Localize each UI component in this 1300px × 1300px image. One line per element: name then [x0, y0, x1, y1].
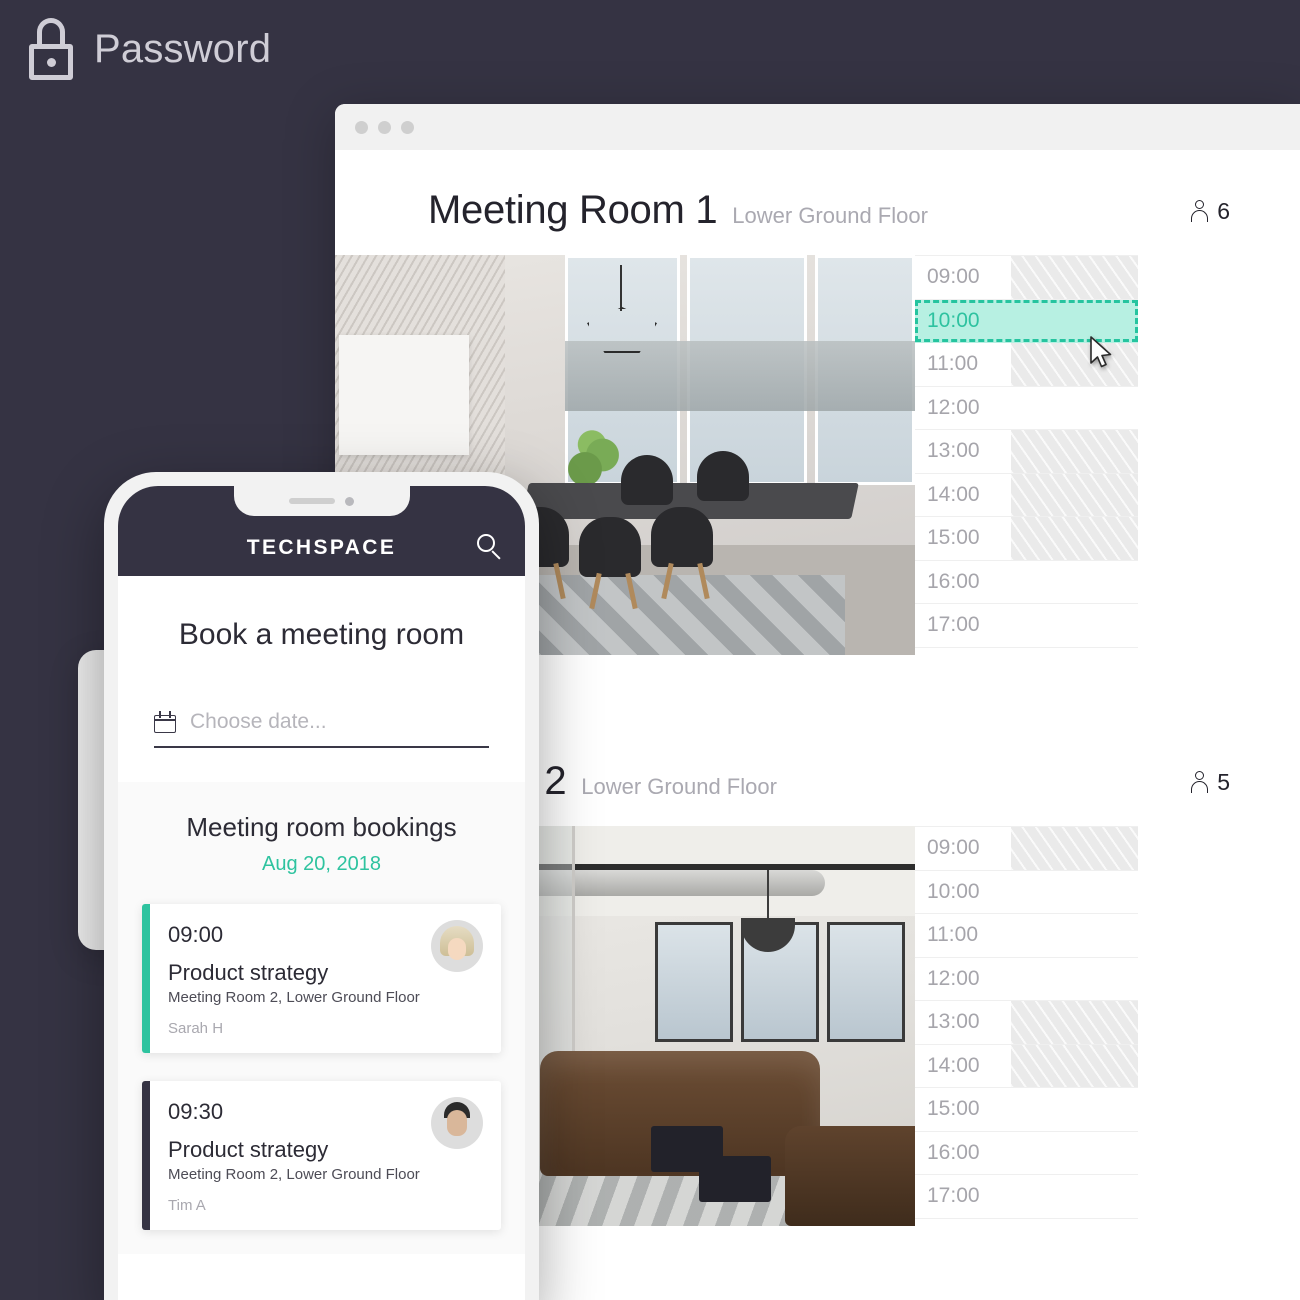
app-title: TECHSPACE	[246, 536, 397, 559]
time-slot-label: 13:00	[927, 439, 980, 463]
book-heading: Book a meeting room	[178, 618, 465, 651]
front-camera	[345, 496, 354, 506]
time-slot[interactable]: 09:00	[915, 827, 1138, 871]
room-capacity: 6	[1190, 198, 1230, 225]
room-capacity-value: 5	[1217, 768, 1230, 795]
time-slot-label: 12:00	[927, 395, 980, 419]
room-capacity-value: 6	[1217, 197, 1230, 224]
time-slot-availability	[1011, 256, 1138, 299]
booking-person: Tim A	[168, 1197, 206, 1214]
time-slot-label: 11:00	[927, 352, 978, 376]
time-slot-label: 11:00	[927, 923, 978, 947]
booking-subject: Product strategy	[168, 960, 329, 985]
time-slot-availability	[1011, 473, 1138, 516]
booking-status-stripe	[142, 1081, 150, 1230]
window-dot-close[interactable]	[355, 120, 368, 134]
time-slot-availability	[1011, 343, 1138, 386]
time-slot-availability	[1011, 1001, 1138, 1044]
time-slot-availability	[1011, 1175, 1138, 1218]
time-slot-label: 13:00	[927, 1010, 980, 1034]
browser-titlebar	[335, 104, 1300, 150]
room-capacity: 5	[1190, 769, 1230, 796]
time-slot-availability	[1011, 561, 1138, 604]
time-slot[interactable]: 12:00	[915, 386, 1138, 430]
time-slot-availability	[1011, 430, 1138, 473]
page-root: Password Meeting Room 1 Lower Ground Flo…	[0, 0, 1300, 1300]
time-slot-list-1: 09:00 10:00 11:00 12:00 13:00 14:00 15:0…	[915, 255, 1138, 648]
time-slot-label: 16:00	[927, 569, 980, 593]
time-slot-availability	[1011, 914, 1138, 957]
time-slot-label: 14:00	[927, 1053, 980, 1077]
time-slot-label: 09:00	[927, 265, 980, 289]
book-panel: Book a meeting room	[118, 576, 525, 782]
time-slot[interactable]: 09:00	[915, 256, 1138, 300]
room-name: Meeting Room 1	[428, 188, 718, 232]
brand-label: Password	[94, 26, 272, 71]
window-dot-maximize[interactable]	[401, 120, 414, 134]
booking-status-stripe	[142, 904, 150, 1053]
booking-location: Meeting Room 2, Lower Ground Floor	[168, 989, 420, 1006]
time-slot-availability	[1011, 1132, 1138, 1175]
search-icon[interactable]	[477, 534, 503, 560]
time-slot-availability	[1011, 1044, 1138, 1087]
time-slot-label: 10:00	[927, 879, 980, 903]
time-slot[interactable]: 16:00	[915, 1131, 1138, 1175]
time-slot-availability	[1011, 958, 1138, 1001]
time-slot-availability	[1011, 827, 1138, 870]
time-slot[interactable]: 12:00	[915, 957, 1138, 1001]
time-slot[interactable]: 15:00	[915, 1088, 1138, 1132]
time-slot-availability	[1011, 517, 1138, 560]
time-slot-label: 17:00	[927, 1184, 980, 1208]
time-slot-availability	[1011, 387, 1138, 430]
time-slot-label: 10:00	[927, 308, 980, 332]
bookings-heading: Meeting room bookings	[186, 812, 457, 842]
person-icon	[1190, 199, 1210, 223]
time-slot[interactable]: 17:00	[915, 1175, 1138, 1219]
time-slot-label: 15:00	[927, 1097, 980, 1121]
time-slot[interactable]: 11:00	[915, 914, 1138, 958]
brand-logo: Password	[26, 18, 271, 80]
time-slot-label: 15:00	[927, 526, 980, 550]
time-slot-list-2: 09:00 10:00 11:00 12:00 13:00 14:00 15:0…	[915, 826, 1138, 1219]
bookings-panel: Meeting room bookings Aug 20, 2018 09:00…	[118, 782, 525, 1254]
window-dot-minimize[interactable]	[378, 120, 391, 134]
time-slot-label: 12:00	[927, 966, 980, 990]
date-field[interactable]	[154, 710, 489, 748]
date-input[interactable]	[190, 710, 489, 734]
avatar	[431, 1097, 483, 1149]
room-floor: Lower Ground Floor	[581, 774, 777, 799]
phone-mockup: TECHSPACE Book a meeting room Meeting ro…	[104, 472, 539, 1300]
phone-screen: TECHSPACE Book a meeting room Meeting ro…	[118, 486, 525, 1300]
booking-person: Sarah H	[168, 1020, 224, 1037]
time-slot[interactable]: 13:00	[915, 1001, 1138, 1045]
time-slot-availability	[1011, 1088, 1138, 1131]
phone-notch	[233, 486, 410, 516]
bookings-date: Aug 20, 2018	[262, 853, 381, 875]
room-header-1: Meeting Room 1 Lower Ground Floor 6	[335, 150, 1300, 255]
booking-list-item[interactable]: 09:30 Product strategy Meeting Room 2, L…	[142, 1081, 501, 1230]
time-slot-label: 14:00	[927, 482, 980, 506]
earpiece-speaker	[289, 498, 335, 504]
time-slot[interactable]: 17:00	[915, 604, 1138, 648]
time-slot[interactable]: 15:00	[915, 517, 1138, 561]
time-slot[interactable]: 13:00	[915, 430, 1138, 474]
time-slot-label: 16:00	[927, 1140, 980, 1164]
room-floor: Lower Ground Floor	[732, 203, 928, 228]
time-slot-availability	[1011, 604, 1138, 647]
time-slot-label: 17:00	[927, 613, 980, 637]
time-slot[interactable]: 10:00	[915, 870, 1138, 914]
time-slot-label: 09:00	[927, 836, 980, 860]
calendar-icon	[154, 711, 176, 733]
time-slot[interactable]: 14:00	[915, 1044, 1138, 1088]
avatar	[431, 920, 483, 972]
booking-location: Meeting Room 2, Lower Ground Floor	[168, 1166, 420, 1183]
time-slot[interactable]: 14:00	[915, 473, 1138, 517]
booking-list-item[interactable]: 09:00 Product strategy Meeting Room 2, L…	[142, 904, 501, 1053]
time-slot[interactable]: 16:00	[915, 560, 1138, 604]
booking-subject: Product strategy	[168, 1137, 329, 1162]
person-icon	[1190, 770, 1210, 794]
lock-icon	[26, 18, 76, 80]
time-slot-availability	[1011, 871, 1138, 914]
